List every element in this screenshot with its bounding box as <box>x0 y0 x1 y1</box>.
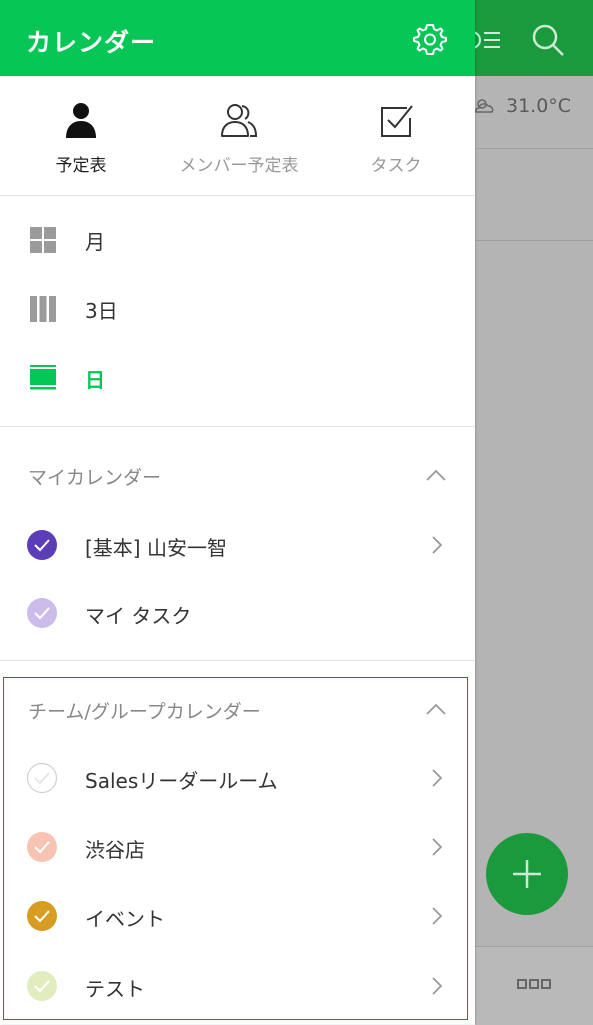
day-view-icon <box>30 365 56 390</box>
add-event-button[interactable] <box>486 833 568 915</box>
calendar-label: マイ タスク <box>85 604 192 628</box>
tab-label: 予定表 <box>55 156 107 176</box>
my-calendars-title: マイカレンダー <box>28 467 162 489</box>
more-icon <box>517 979 551 989</box>
chevron-up-icon[interactable] <box>426 469 446 481</box>
weather-temperature: 31.0°C <box>506 95 572 117</box>
mode-day[interactable]: 日 <box>0 349 475 409</box>
bottom-bar <box>475 946 593 1025</box>
person-icon <box>66 103 96 138</box>
search-icon <box>532 24 564 56</box>
gear-icon[interactable] <box>413 22 447 56</box>
tab-member-schedule[interactable]: メンバー予定表 <box>160 96 318 186</box>
checkbox-icon <box>381 105 413 137</box>
navigation-drawer: カレンダー 予定表 メンバー予定表 タスク 月 3日 日 マイカレンダー [基本… <box>0 0 475 1024</box>
drawer-header: カレンダー <box>0 0 475 76</box>
grid-icon <box>30 227 56 253</box>
drawer-title: カレンダー <box>26 28 157 57</box>
divider <box>0 660 475 661</box>
divider <box>475 148 593 149</box>
mode-3day[interactable]: 3日 <box>0 280 475 340</box>
highlight-box <box>3 677 468 1020</box>
calendar-item[interactable]: マイ タスク <box>0 583 470 643</box>
checked-circle-icon[interactable] <box>26 597 58 629</box>
divider <box>0 195 475 196</box>
chevron-right-icon[interactable] <box>431 535 443 555</box>
divider <box>475 240 593 241</box>
checked-circle-icon[interactable] <box>26 529 58 561</box>
tab-task[interactable]: タスク <box>317 96 475 186</box>
calendar-label: [基本] 山安一智 <box>85 536 227 560</box>
divider <box>0 426 475 427</box>
mode-label: 月 <box>85 230 105 254</box>
mode-label: 日 <box>85 368 105 392</box>
calendar-item[interactable]: [基本] 山安一智 <box>0 515 470 575</box>
tab-label: メンバー予定表 <box>179 156 299 176</box>
people-icon <box>221 104 258 137</box>
weather-icon <box>475 99 494 113</box>
list-filter-icon <box>471 31 500 49</box>
mode-label: 3日 <box>85 299 118 323</box>
mode-month[interactable]: 月 <box>0 211 475 271</box>
tab-schedule[interactable]: 予定表 <box>2 96 160 186</box>
columns-icon <box>30 296 56 322</box>
plus-icon <box>513 860 541 888</box>
tab-label: タスク <box>370 156 422 176</box>
